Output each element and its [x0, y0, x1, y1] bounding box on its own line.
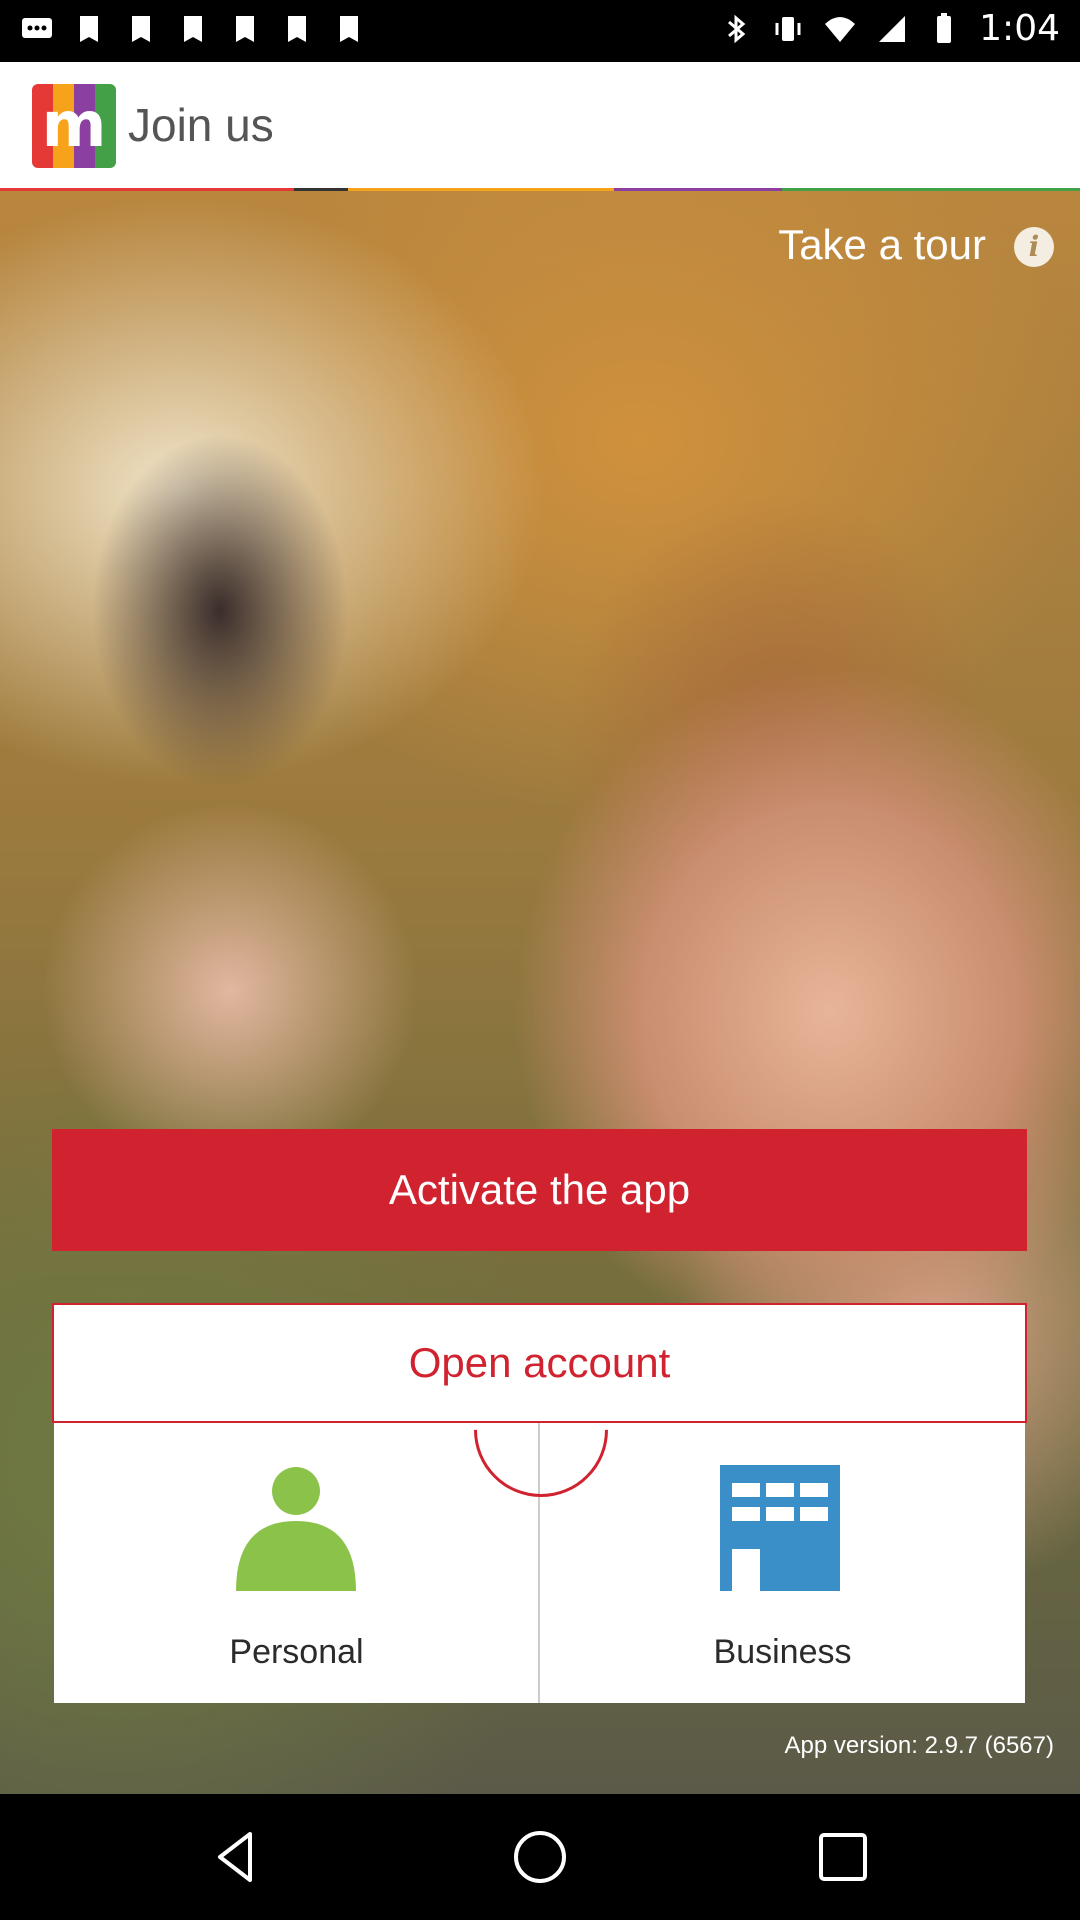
open-account-card: Personal Business Open account [52, 1303, 1027, 1703]
image-icon [184, 16, 202, 42]
logo-letter: m [41, 88, 107, 161]
hero-photo: Take a tour i Activate the app Personal … [0, 191, 1080, 1794]
chat-icon [22, 18, 52, 38]
vibrate-icon [775, 16, 801, 41]
home-icon[interactable] [509, 1826, 571, 1888]
bluetooth-icon [728, 14, 746, 43]
info-icon[interactable]: i [1014, 227, 1054, 267]
app-bar: m Join us [0, 62, 1080, 188]
image-icon [236, 16, 254, 42]
signal-icon [879, 15, 906, 42]
app-version: App version: 2.9.7 (6567) [784, 1732, 1055, 1759]
wifi-icon [825, 16, 856, 42]
navigation-bar [0, 1794, 1080, 1920]
image-icon [340, 16, 358, 42]
personal-label: Personal [229, 1633, 364, 1671]
image-icon [132, 16, 150, 42]
back-icon[interactable] [206, 1826, 268, 1888]
activate-app-button[interactable]: Activate the app [52, 1129, 1027, 1251]
page-title: Join us [128, 99, 274, 151]
open-account-button[interactable]: Open account [52, 1303, 1027, 1423]
recent-apps-icon[interactable] [812, 1826, 874, 1888]
clock: 1:04 [979, 8, 1060, 49]
app-logo[interactable]: m [32, 84, 116, 168]
take-a-tour-link[interactable]: Take a tour [778, 221, 986, 269]
battery-icon [937, 12, 952, 43]
building-icon [720, 1465, 840, 1591]
image-icon [80, 16, 98, 42]
notification-icons [20, 12, 366, 46]
image-icon [288, 16, 306, 42]
business-option[interactable]: Business [540, 1423, 1025, 1703]
status-bar: 1:04 [0, 0, 1080, 62]
system-icons: 1:04 [719, 8, 1060, 49]
personal-option[interactable]: Personal [54, 1423, 539, 1703]
person-icon [236, 1467, 356, 1591]
business-label: Business [713, 1633, 852, 1671]
